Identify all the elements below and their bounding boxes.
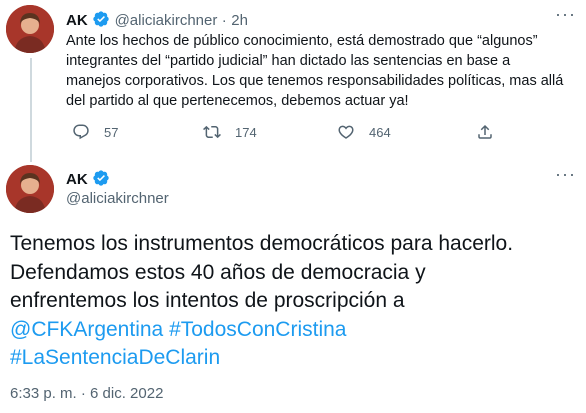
avatar[interactable] [6, 5, 54, 53]
hashtag-link[interactable]: #LaSentenciaDeClarin [10, 346, 220, 369]
retweet-count: 174 [235, 124, 257, 140]
verified-badge-icon [93, 170, 109, 186]
tweet-timestamp[interactable]: 6:33 p. m. · 6 dic. 2022 [10, 385, 163, 402]
like-button[interactable]: 464 [337, 123, 391, 141]
mention-link[interactable]: @CFKArgentina [10, 318, 163, 341]
more-icon[interactable]: ··· [555, 4, 576, 25]
separator: · [221, 12, 227, 29]
text-line: enfrentemos los intentos de proscripción… [10, 289, 405, 312]
tweet1-header: AK @aliciakirchner · 2h [66, 10, 248, 30]
tweet2-name-row: AK [66, 169, 110, 189]
text-line: @CFKArgentina #TodosConCristina [10, 316, 580, 345]
verified-badge-icon [93, 11, 109, 27]
avatar[interactable] [6, 165, 54, 213]
more-icon[interactable]: ··· [555, 164, 576, 185]
author-name[interactable]: AK [66, 12, 88, 29]
reply-icon [73, 124, 89, 140]
handle[interactable]: @aliciakirchner [115, 12, 218, 29]
retweet-button[interactable]: 174 [203, 123, 257, 141]
handle[interactable]: @aliciakirchner [66, 190, 169, 207]
text-line: Tenemos los instrumentos democráticos pa… [10, 232, 514, 255]
reply-count: 57 [104, 124, 119, 140]
hashtag-link[interactable]: #TodosConCristina [169, 318, 346, 341]
tweet1-text: Ante los hechos de público conocimiento,… [66, 33, 564, 109]
share-icon [478, 124, 492, 139]
author-name[interactable]: AK [66, 171, 88, 188]
like-count: 464 [369, 124, 391, 140]
thread-line [30, 58, 32, 162]
tweet2-text: Tenemos los instrumentos democráticos pa… [10, 230, 580, 373]
text-line: #LaSentenciaDeClarin [10, 344, 580, 373]
share-button[interactable] [476, 123, 494, 141]
retweet-icon [203, 125, 221, 139]
text-line: Defendamos estos 40 años de democracia y [10, 260, 426, 284]
reply-button[interactable]: 57 [72, 123, 118, 141]
like-icon [338, 125, 354, 139]
time-ago[interactable]: 2h [231, 12, 248, 29]
